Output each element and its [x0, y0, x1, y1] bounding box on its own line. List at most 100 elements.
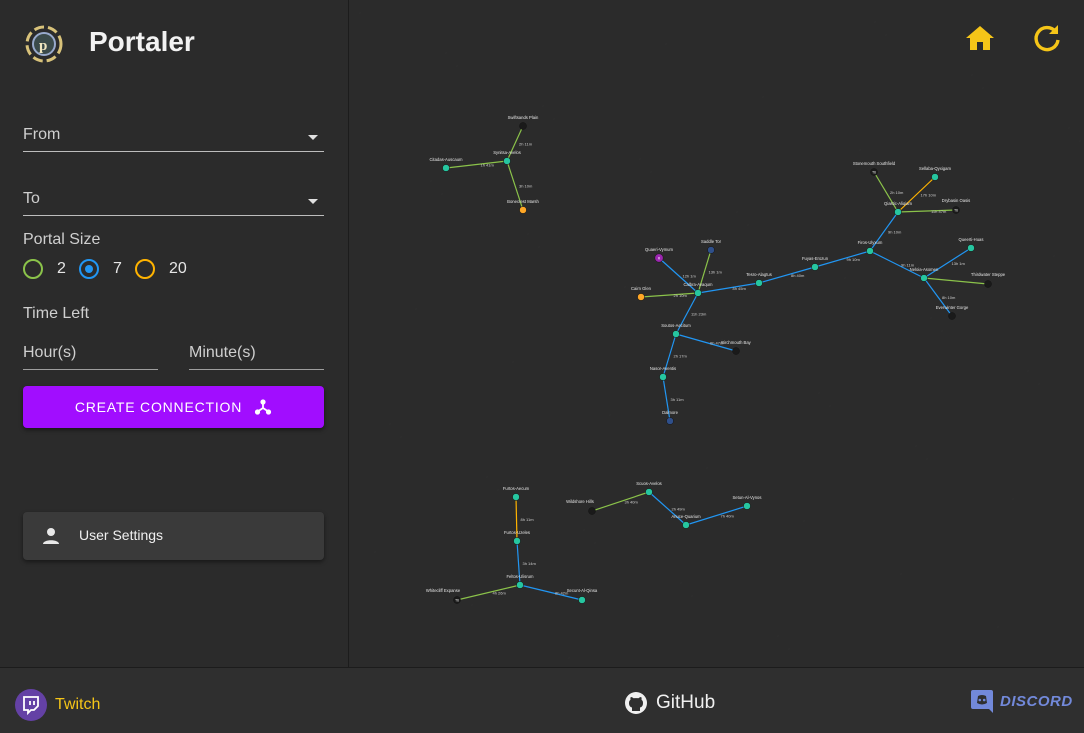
zone-node[interactable] — [984, 280, 992, 288]
zone-node[interactable] — [743, 502, 751, 510]
zone-node[interactable] — [948, 312, 956, 320]
home-button[interactable] — [964, 22, 996, 54]
map-texture-dot — [445, 52, 447, 54]
hours-field[interactable] — [23, 340, 158, 370]
portal-connection-line[interactable] — [869, 250, 925, 279]
twitch-link[interactable]: Twitch — [15, 689, 100, 721]
zone-name-label: Swiftsands Plain — [508, 115, 539, 120]
zone-name-label: Scuos-Avelos — [636, 481, 662, 486]
refresh-button[interactable] — [1031, 22, 1063, 54]
create-connection-label: CREATE CONNECTION — [74, 399, 243, 415]
map-texture-dot — [609, 414, 611, 416]
portal-size-label: Portal Size — [23, 231, 101, 248]
github-label: GitHub — [656, 692, 716, 713]
zone-node[interactable] — [682, 521, 690, 529]
zone-node[interactable] — [519, 206, 527, 214]
zone-name-label: Queerti-Huas — [959, 237, 984, 242]
map-texture-dot — [777, 635, 779, 637]
from-select[interactable]: From — [23, 121, 324, 152]
map-texture-dot — [941, 330, 943, 332]
github-link[interactable]: GitHub — [624, 691, 715, 715]
connection-time-label: 1h 41m — [481, 163, 495, 168]
zone-node[interactable] — [637, 293, 645, 301]
zone-name-label: Calbra-Avaqum — [683, 282, 713, 287]
portal-connection-line[interactable] — [591, 491, 650, 512]
zone-node[interactable] — [811, 263, 819, 271]
map-texture-dot — [900, 573, 902, 575]
zone-name-label: Firos-Ulyxum — [858, 240, 883, 245]
map-texture-dot — [762, 96, 764, 98]
zone-node[interactable] — [519, 122, 527, 130]
zone-name-label: Sellaba-Qyxigam — [919, 166, 951, 171]
connection-time-label: 8h 45m — [733, 286, 747, 291]
connection-time-label: 2h 11m — [519, 142, 533, 147]
radio-circle-icon[interactable] — [23, 259, 43, 279]
zone-node[interactable] — [694, 289, 702, 297]
zone-tier-tag: T6 — [455, 598, 459, 602]
map-texture-dot — [568, 657, 570, 659]
zone-node[interactable] — [588, 507, 596, 515]
connection-time-label: 9h 10m — [888, 230, 902, 235]
portal-connection-line[interactable] — [640, 292, 699, 298]
zone-node[interactable] — [516, 581, 524, 589]
map-texture-dot — [400, 436, 402, 438]
discord-link[interactable]: DISCORD — [970, 688, 1073, 714]
portal-size-radio-7[interactable]: 7 — [79, 258, 122, 280]
minutes-field[interactable] — [189, 340, 324, 370]
map-texture-dot — [971, 74, 973, 76]
zone-node[interactable] — [578, 596, 586, 604]
map-texture-dot — [1027, 370, 1029, 372]
zone-node[interactable] — [732, 347, 740, 355]
map-texture-dot — [818, 392, 820, 394]
zone-node[interactable] — [442, 164, 450, 172]
portal-connection-line[interactable] — [445, 160, 508, 169]
chevron-down-icon — [308, 135, 318, 140]
portal-size-radio-20[interactable]: 20 — [135, 258, 187, 280]
connection-graph[interactable]: 2h 11m 1h 41m 3h 10m 2h 10m 17h 10m 11h 47m 9h… — [349, 0, 1084, 667]
zone-node[interactable] — [755, 279, 763, 287]
zone-name-label: Birchmouth Bay — [721, 340, 751, 345]
zone-node[interactable] — [513, 537, 521, 545]
map-texture-dot — [441, 193, 443, 195]
radio-circle-icon[interactable] — [135, 259, 155, 279]
portal-connection-line[interactable] — [923, 277, 989, 285]
connection-time-label: 2h 10m — [890, 190, 904, 195]
portal-connection-line[interactable] — [456, 584, 521, 601]
zone-node[interactable] — [645, 488, 653, 496]
zone-node[interactable] — [707, 246, 715, 254]
zone-node[interactable] — [967, 244, 975, 252]
zone-node[interactable] — [866, 247, 874, 255]
map-texture-dot — [665, 43, 667, 45]
map-texture-dot — [736, 211, 738, 213]
map-texture-dot — [497, 489, 499, 491]
zone-node[interactable] — [920, 274, 928, 282]
map-texture-dot — [1012, 498, 1014, 500]
zone-node[interactable] — [672, 330, 680, 338]
radio-label: 7 — [113, 260, 122, 277]
zone-node[interactable] — [659, 373, 667, 381]
hours-input[interactable] — [23, 344, 158, 362]
zone-node[interactable] — [512, 493, 520, 501]
create-connection-button[interactable]: CREATE CONNECTION — [23, 386, 324, 428]
radio-checked-icon[interactable] — [79, 259, 99, 279]
portal-map[interactable]: 2h 11m 1h 41m 3h 10m 2h 10m 17h 10m 11h 47m 9h… — [349, 0, 1084, 667]
svg-text:p: p — [39, 38, 47, 54]
map-texture-dot — [349, 0, 350, 1]
zone-node[interactable] — [503, 157, 511, 165]
zone-node[interactable] — [666, 417, 674, 425]
to-select[interactable]: To — [23, 185, 324, 216]
minutes-input[interactable] — [189, 344, 324, 362]
discord-label: DISCORD — [1000, 692, 1073, 710]
map-texture-dot — [859, 149, 861, 151]
portal-size-radio-2[interactable]: 2 — [23, 258, 66, 280]
user-settings-button[interactable]: User Settings — [23, 512, 324, 560]
map-texture-dot — [650, 171, 652, 173]
map-texture-dot — [624, 286, 626, 288]
zone-node[interactable] — [894, 208, 902, 216]
portal-connection-line[interactable] — [897, 209, 957, 213]
zone-name-label: Feltos-Ulisrum — [507, 574, 534, 579]
map-texture-dot — [389, 423, 391, 425]
zone-node[interactable] — [931, 173, 939, 181]
radio-label: 20 — [169, 260, 187, 277]
map-texture-dot — [1079, 140, 1081, 142]
